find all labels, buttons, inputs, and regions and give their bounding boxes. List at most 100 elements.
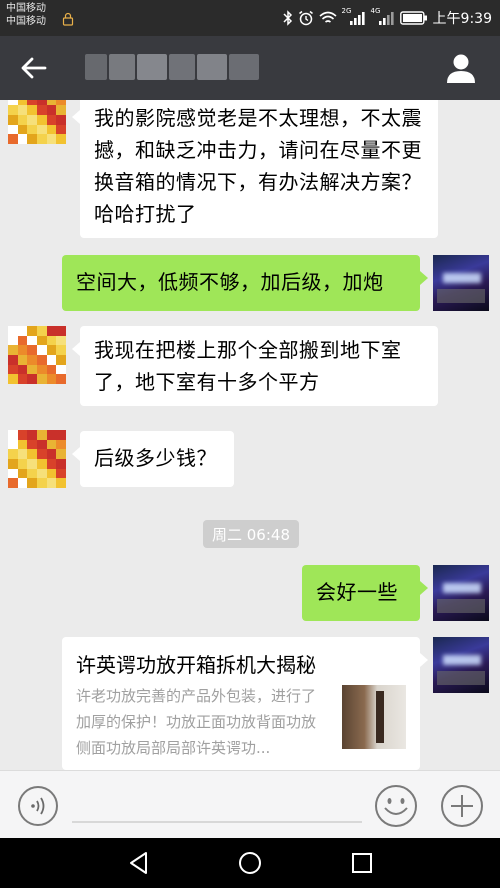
avatar-pixel [46, 478, 57, 488]
message-text: 后级多少钱？ [94, 446, 217, 470]
avatar-pixel [27, 124, 37, 135]
avatar-pixel [37, 439, 47, 450]
contact-avatar[interactable] [8, 430, 66, 488]
signal-bars-icon [349, 12, 365, 25]
avatar-pixel [8, 115, 18, 125]
avatar-pixel [8, 478, 18, 488]
back-arrow-icon [21, 57, 47, 79]
message-text: 空间大，低频不够，加后级，加炮 [76, 270, 384, 294]
avatar-pixel [37, 115, 47, 125]
avatar-pixel [37, 478, 47, 488]
avatar-pixel [46, 335, 57, 346]
avatar-pixel [27, 105, 37, 115]
my-avatar[interactable] [433, 255, 489, 311]
avatar-pixel [8, 335, 18, 346]
message-text: 我现在把楼上那个全部搬到地下室了，地下室有十多个平方 [94, 338, 402, 394]
avatar-pixel [17, 430, 28, 440]
avatar-pixel [27, 439, 37, 450]
carrier-label-bottom: 中国移动 [6, 16, 46, 27]
avatar-pixel [46, 326, 57, 336]
avatar-pixel [8, 326, 18, 336]
avatar-pixel [46, 345, 57, 355]
avatar-pixel [37, 355, 47, 365]
triangle-back-icon[interactable] [125, 849, 153, 877]
avatar-pixel [46, 374, 57, 384]
contact-avatar[interactable] [8, 100, 66, 144]
avatar-pixel [56, 478, 66, 488]
avatar-pixel [46, 449, 57, 459]
voice-icon [31, 797, 45, 815]
avatar-pixel [8, 449, 18, 459]
avatar-pixel [56, 374, 66, 384]
more-actions-button[interactable] [440, 784, 484, 828]
message-bubble-outgoing[interactable]: 会好一些 [302, 565, 428, 621]
avatar-pixel [17, 439, 28, 450]
avatar-pixel [27, 134, 37, 144]
avatar-pixel [46, 134, 57, 144]
avatar-pixel [27, 459, 37, 469]
avatar-pixel [56, 326, 66, 336]
message-list[interactable]: 我的影院感觉老是不太理想，不太震撼，和缺乏冲击力，请问在尽量不更换音箱的情况下，… [0, 100, 500, 770]
chat-info-button[interactable] [444, 51, 478, 85]
avatar-pixel [17, 115, 28, 125]
avatar-pixel [56, 449, 66, 459]
avatar-pixel [27, 326, 37, 336]
signal-1: 2G [342, 7, 366, 26]
message-bubble-incoming[interactable]: 后级多少钱？ [72, 431, 234, 487]
voice-input-button[interactable] [18, 786, 58, 826]
my-avatar[interactable] [433, 637, 489, 693]
avatar-pixel [46, 459, 57, 469]
avatar-pixel [17, 345, 28, 355]
circle-home-icon[interactable] [236, 849, 264, 877]
avatar-pixel [56, 364, 66, 375]
avatar-pixel [56, 105, 66, 115]
message-text: 会好一些 [316, 580, 398, 604]
signal-bars-icon [378, 12, 394, 25]
avatar-pixel [56, 134, 66, 144]
chat-header [0, 36, 500, 100]
emoji-button[interactable] [374, 784, 418, 828]
avatar-pixel [17, 326, 28, 336]
chat-title-redacted [85, 54, 260, 82]
avatar-pixel [17, 105, 28, 115]
my-avatar[interactable] [433, 565, 489, 621]
back-button[interactable] [16, 52, 52, 84]
contact-avatar[interactable] [8, 326, 66, 384]
avatar-pixel [27, 355, 37, 365]
article-thumbnail [342, 685, 406, 749]
avatar-pixel [56, 124, 66, 135]
signal-2: 4G [371, 7, 395, 26]
avatar-pixel [27, 468, 37, 479]
avatar-pixel [17, 335, 28, 346]
alarm-icon [298, 10, 313, 26]
avatar-pixel [46, 124, 57, 135]
avatar-pixel [17, 459, 28, 469]
input-bar [0, 770, 500, 838]
time-divider: 周二 06:48 [203, 520, 299, 548]
message-input[interactable] [72, 821, 362, 823]
avatar-pixel [27, 374, 37, 384]
clock: 上午9:39 [432, 11, 492, 27]
avatar-pixel [27, 364, 37, 375]
avatar-pixel [56, 355, 66, 365]
avatar-pixel [8, 124, 18, 135]
carrier-labels: 中国移动 中国移动 [6, 2, 46, 28]
avatar-pixel [56, 430, 66, 440]
square-recents-icon[interactable] [348, 849, 376, 877]
avatar-pixel [46, 105, 57, 115]
carrier-label-top: 中国移动 [6, 3, 46, 14]
avatar-pixel [37, 326, 47, 336]
system-navigation-bar [0, 838, 500, 888]
avatar-pixel [17, 468, 28, 479]
message-bubble-incoming[interactable]: 我现在把楼上那个全部搬到地下室了，地下室有十多个平方 [72, 326, 438, 406]
avatar-pixel [56, 335, 66, 346]
avatar-pixel [27, 335, 37, 346]
message-bubble-outgoing[interactable]: 空间大，低频不够，加后级，加炮 [62, 255, 428, 311]
avatar-pixel [8, 439, 18, 450]
avatar-pixel [37, 468, 47, 479]
avatar-pixel [56, 439, 66, 450]
bluetooth-icon [283, 10, 292, 26]
shared-article-card[interactable]: 许英谔功放开箱拆机大揭秘 许老功放完善的产品外包装，进行了加厚的保护！功放正面功… [62, 637, 428, 770]
message-bubble-incoming[interactable]: 我的影院感觉老是不太理想，不太震撼，和缺乏冲击力，请问在尽量不更换音箱的情况下，… [72, 100, 438, 238]
avatar-pixel [27, 345, 37, 355]
